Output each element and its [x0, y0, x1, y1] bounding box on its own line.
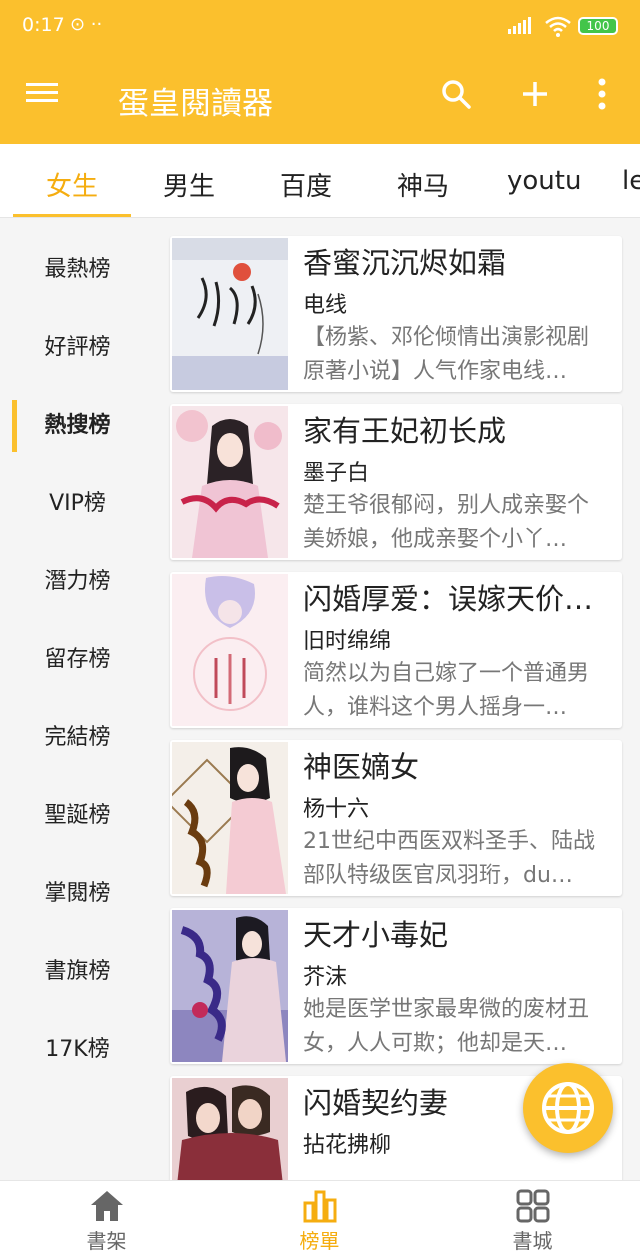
sidebar-item-17k[interactable]: 17K榜 [0, 1011, 155, 1089]
list-item[interactable]: 闪婚厚爱：误嫁天价… 旧时绵绵 简然以为自己嫁了一个普通男人，谁料这个男人摇身一… [170, 572, 622, 728]
nav-bookstore-label: 書城 [512, 1229, 553, 1252]
status-extra-icons: ⊙ ·· [70, 14, 103, 35]
list-item[interactable]: 香蜜沉沉烬如霜 电线 【杨紫、邓伦倾情出演影视剧原著小说】人气作家电线… [170, 236, 622, 392]
globe-icon [542, 1082, 594, 1134]
sidebar-item-retention[interactable]: 留存榜 [0, 621, 155, 699]
nav-bookshelf-label: 書架 [86, 1229, 127, 1252]
app-title: 蛋皇閱讀器 [118, 86, 273, 122]
book-author: 芥沫 [303, 965, 348, 990]
add-icon[interactable] [515, 78, 555, 118]
book-cover [172, 742, 288, 894]
book-cover [172, 1078, 288, 1180]
status-time: 0:17 [22, 14, 65, 36]
sidebar-item-hottest[interactable]: 最熱榜 [0, 231, 155, 309]
tab-youtu[interactable]: youtu [507, 166, 581, 196]
nav-bookshelf[interactable]: 書架 [0, 1181, 213, 1252]
tab-female[interactable]: 女生 [46, 166, 98, 203]
category-tabs: 女生 男生 百度 神马 youtu le [0, 144, 640, 218]
book-author: 旧时绵绵 [303, 629, 392, 654]
book-title: 家有王妃初长成 [303, 414, 507, 448]
signal-icon [508, 17, 531, 34]
sidebar-item-zhangyue[interactable]: 掌閱榜 [0, 855, 155, 933]
nav-bookstore[interactable]: 書城 [426, 1181, 639, 1252]
book-description: 简然以为自己嫁了一个普通男人，谁料这个男人摇身一… [303, 661, 590, 720]
toolbar: 蛋皇閱讀器 [0, 52, 640, 144]
book-author: 电线 [303, 293, 348, 318]
grid-icon [516, 1189, 550, 1223]
book-description: 楚王爷很郁闷，别人成亲娶个美娇娘，他成亲娶个小丫… [303, 493, 590, 552]
list-item[interactable]: 神医嫡女 杨十六 21世纪中西医双料圣手、陆战部队特级医官凤羽珩，du… [170, 740, 622, 896]
book-title: 闪婚厚爱：误嫁天价… [303, 582, 594, 616]
book-cover [172, 238, 288, 390]
book-title: 天才小毒妃 [303, 918, 449, 952]
book-list: 香蜜沉沉烬如霜 电线 【杨紫、邓伦倾情出演影视剧原著小说】人气作家电线… 家有王… [155, 218, 640, 1180]
book-description: 她是医学世家最卑微的废材丑女，人人可欺；他却是天… [303, 997, 590, 1056]
book-cover [172, 406, 288, 558]
book-description: 21世纪中西医双料圣手、陆战部队特级医官凤羽珩，du… [303, 829, 595, 888]
book-cover [172, 910, 288, 1062]
list-item[interactable]: 天才小毒妃 芥沫 她是医学世家最卑微的废材丑女，人人可欺；他却是天… [170, 908, 622, 1064]
search-icon[interactable] [436, 78, 476, 118]
battery-indicator: 100 [578, 17, 618, 35]
sidebar-item-trending-search[interactable]: 熱搜榜 [0, 387, 155, 465]
list-item[interactable]: 家有王妃初长成 墨子白 楚王爷很郁闷，别人成亲娶个美娇娘，他成亲娶个小丫… [170, 404, 622, 560]
app-bar: 0:17 ⊙ ·· 100 蛋皇閱讀器 [0, 0, 640, 144]
book-title: 神医嫡女 [303, 750, 420, 784]
chart-bars-icon [303, 1190, 337, 1223]
book-title: 香蜜沉沉烬如霜 [303, 246, 507, 280]
sidebar-item-completed[interactable]: 完結榜 [0, 699, 155, 777]
tab-male[interactable]: 男生 [163, 166, 215, 203]
book-cover [172, 574, 288, 726]
sidebar-item-potential[interactable]: 潛力榜 [0, 543, 155, 621]
globe-fab[interactable] [523, 1063, 613, 1153]
home-icon [91, 1191, 123, 1221]
sidebar-item-shuqi[interactable]: 書旗榜 [0, 933, 155, 1011]
book-author: 墨子白 [303, 461, 370, 486]
sidebar-item-christmas[interactable]: 聖誕榜 [0, 777, 155, 855]
more-vert-icon[interactable] [584, 78, 620, 118]
status-bar: 0:17 ⊙ ·· 100 [0, 0, 640, 52]
wifi-icon [545, 16, 571, 37]
book-author: 杨十六 [303, 797, 370, 822]
nav-rankings-label: 榜單 [299, 1229, 340, 1252]
bottom-navigation: 書架 榜單 書城 [0, 1180, 640, 1252]
nav-rankings[interactable]: 榜單 [213, 1181, 426, 1252]
menu-icon[interactable] [26, 78, 66, 118]
ranking-sidebar: 最熱榜 好評榜 熱搜榜 VIP榜 潛力榜 留存榜 完結榜 聖誕榜 掌閱榜 書旗榜… [0, 218, 155, 1180]
tab-shenma[interactable]: 神马 [397, 166, 449, 203]
book-author: 拈花拂柳 [303, 1133, 392, 1158]
tab-baidu[interactable]: 百度 [280, 166, 332, 203]
sidebar-item-best-rated[interactable]: 好評榜 [0, 309, 155, 387]
book-description: 【杨紫、邓伦倾情出演影视剧原著小说】人气作家电线… [303, 325, 590, 384]
sidebar-item-vip[interactable]: VIP榜 [0, 465, 155, 543]
tab-le[interactable]: le [622, 166, 640, 196]
